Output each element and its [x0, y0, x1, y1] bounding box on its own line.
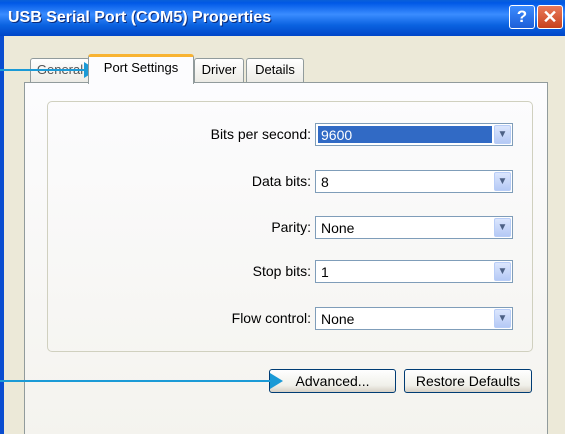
- data-bits-label: Data bits:: [251, 173, 311, 189]
- flow-control-select[interactable]: None ▼: [315, 307, 513, 330]
- callout-line-port-settings: [0, 69, 86, 71]
- data-bits-select[interactable]: 8 ▼: [315, 170, 513, 193]
- chevron-down-icon[interactable]: ▼: [494, 262, 511, 281]
- stop-bits-value: 1: [321, 264, 329, 280]
- flow-control-label: Flow control:: [231, 310, 311, 326]
- stop-bits-label: Stop bits:: [252, 263, 311, 279]
- chevron-down-icon[interactable]: ▼: [494, 218, 511, 237]
- properties-dialog: USB Serial Port (COM5) Properties ? ✕ Ge…: [0, 0, 565, 434]
- stop-bits-select[interactable]: 1 ▼: [315, 260, 513, 283]
- flow-control-value: None: [321, 311, 355, 327]
- chevron-down-icon[interactable]: ▼: [494, 309, 511, 328]
- parity-label: Parity:: [271, 219, 311, 235]
- advanced-button[interactable]: Advanced...: [269, 369, 396, 393]
- help-icon[interactable]: ?: [509, 5, 535, 29]
- window-title: USB Serial Port (COM5) Properties: [8, 9, 272, 26]
- tab-port-settings[interactable]: Port Settings: [88, 54, 194, 84]
- data-bits-value: 8: [321, 174, 329, 190]
- restore-defaults-button[interactable]: Restore Defaults: [404, 369, 532, 393]
- tab-details[interactable]: Details: [246, 58, 304, 82]
- window-left-border: [0, 36, 4, 434]
- bits-per-second-label: Bits per second:: [210, 126, 311, 142]
- parity-select[interactable]: None ▼: [315, 216, 513, 239]
- bits-per-second-select[interactable]: 9600 ▼: [315, 123, 513, 146]
- bits-per-second-value: 9600: [321, 127, 353, 143]
- callout-arrow-icon: [270, 373, 283, 389]
- close-icon[interactable]: ✕: [537, 5, 563, 29]
- chevron-down-icon[interactable]: ▼: [494, 172, 511, 191]
- parity-value: None: [321, 220, 355, 236]
- title-bar[interactable]: USB Serial Port (COM5) Properties ? ✕: [0, 0, 565, 36]
- tab-driver[interactable]: Driver: [194, 58, 244, 82]
- callout-line-advanced: [0, 380, 272, 382]
- chevron-down-icon[interactable]: ▼: [494, 125, 511, 144]
